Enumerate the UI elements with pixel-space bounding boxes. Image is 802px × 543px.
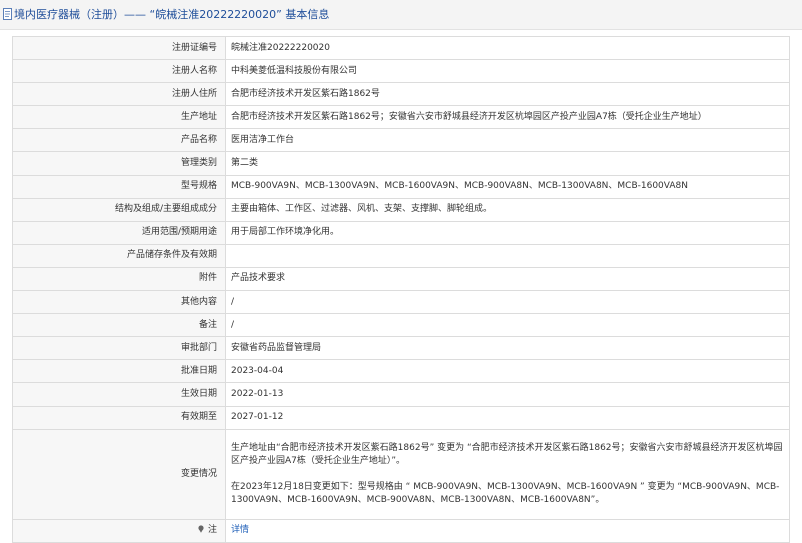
row-value: 用于局部工作环境净化用。 <box>225 220 790 245</box>
changes-value: 生产地址由“合肥市经济技术开发区紫石路1862号” 变更为 “合肥市经济技术开发… <box>225 428 790 520</box>
table-row: 生效日期 2022-01-13 <box>12 382 790 407</box>
row-value: 产品技术要求 <box>225 266 790 292</box>
table-row: 生产地址 合肥市经济技术开发区紫石路1862号；安徽省六安市舒城县经济开发区杭埠园… <box>12 105 790 130</box>
table-row: 结构及组成/主要组成成分 主要由箱体、工作区、过滤器、风机、支架、支撑脚、脚轮组成… <box>12 197 790 222</box>
detail-value-cell: 详情 <box>225 518 790 543</box>
table-row: 备注 / <box>12 313 790 338</box>
document-icon <box>3 8 12 20</box>
change-entry-model: 在2023年12月18日变更如下：型号规格由 “ MCB-900VA9N、MCB… <box>231 481 780 505</box>
row-label: 备注 <box>12 313 226 338</box>
row-value: 合肥市经济技术开发区紫石路1862号 <box>225 82 790 107</box>
table-row: 批准日期 2023-04-04 <box>12 359 790 384</box>
table-row: 注册人名称 中科美菱低温科技股份有限公司 <box>12 59 790 84</box>
row-value: / <box>225 313 790 338</box>
row-value: 中科美菱低温科技股份有限公司 <box>225 59 790 84</box>
table-row: 附件 产品技术要求 <box>12 266 790 292</box>
row-value: 医用洁净工作台 <box>225 128 790 153</box>
changes-label: 变更情况 <box>12 428 226 520</box>
row-value: 2022-01-13 <box>225 382 790 407</box>
row-label: 附件 <box>12 266 226 292</box>
row-label: 注册证编号 <box>12 35 226 61</box>
table-row: 管理类别 第二类 <box>12 151 790 176</box>
row-value: 第二类 <box>225 151 790 176</box>
row-label: 批准日期 <box>12 359 226 384</box>
row-label: 产品储存条件及有效期 <box>12 243 226 268</box>
row-value <box>225 243 790 268</box>
row-value: 安徽省药品监督管理局 <box>225 336 790 361</box>
row-label: 结构及组成/主要组成成分 <box>12 197 226 222</box>
row-label: 其他内容 <box>12 290 226 315</box>
pin-icon <box>198 525 204 533</box>
row-label: 审批部门 <box>12 336 226 361</box>
row-label: 型号规格 <box>12 174 226 199</box>
table-row: 其他内容 / <box>12 290 790 315</box>
row-label: 生效日期 <box>12 382 226 407</box>
detail-label-cell: 注 <box>12 518 226 543</box>
table-row: 注册人住所 合肥市经济技术开发区紫石路1862号 <box>12 82 790 107</box>
row-label: 有效期至 <box>12 405 226 430</box>
row-value: 主要由箱体、工作区、过滤器、风机、支架、支撑脚、脚轮组成。 <box>225 197 790 222</box>
row-label: 注册人住所 <box>12 82 226 107</box>
row-label: 生产地址 <box>12 105 226 130</box>
table-row: 适用范围/预期用途 用于局部工作环境净化用。 <box>12 220 790 245</box>
row-value: MCB-900VA9N、MCB-1300VA9N、MCB-1600VA9N、MC… <box>225 174 790 199</box>
table-row: 审批部门 安徽省药品监督管理局 <box>12 336 790 361</box>
row-value: 皖械注准20222220020 <box>225 35 790 61</box>
table-row: 产品名称 医用洁净工作台 <box>12 128 790 153</box>
row-value: / <box>225 290 790 315</box>
detail-label: 注 <box>207 525 217 536</box>
row-value: 合肥市经济技术开发区紫石路1862号；安徽省六安市舒城县经济开发区杭埠园区产投产… <box>225 105 790 130</box>
row-value: 2027-01-12 <box>225 405 790 430</box>
row-value: 2023-04-04 <box>225 359 790 384</box>
table-row-changes: 变更情况 生产地址由“合肥市经济技术开发区紫石路1862号” 变更为 “合肥市经… <box>12 428 790 520</box>
table-row: 产品储存条件及有效期 <box>12 243 790 268</box>
table-row: 型号规格 MCB-900VA9N、MCB-1300VA9N、MCB-1600VA9… <box>12 174 790 199</box>
row-label: 注册人名称 <box>12 59 226 84</box>
page-header: 境内医疗器械（注册）—— “皖械注准20222220020” 基本信息 <box>0 0 802 30</box>
detail-link[interactable]: 详情 <box>231 525 249 535</box>
row-label: 产品名称 <box>12 128 226 153</box>
change-entry-address: 生产地址由“合肥市经济技术开发区紫石路1862号” 变更为 “合肥市经济技术开发… <box>231 442 783 466</box>
table-row: 注册证编号 皖械注准20222220020 <box>12 35 790 61</box>
row-label: 管理类别 <box>12 151 226 176</box>
info-table: 注册证编号 皖械注准20222220020 注册人名称 中科美菱低温科技股份有限公司… <box>12 35 790 543</box>
page-title: 境内医疗器械（注册）—— “皖械注准20222220020” 基本信息 <box>14 8 330 21</box>
info-table-container: 注册证编号 皖械注准20222220020 注册人名称 中科美菱低温科技股份有限公司… <box>12 35 790 543</box>
table-row: 有效期至 2027-01-12 <box>12 405 790 430</box>
table-row-detail: 注 详情 <box>12 518 790 543</box>
row-label: 适用范围/预期用途 <box>12 220 226 245</box>
